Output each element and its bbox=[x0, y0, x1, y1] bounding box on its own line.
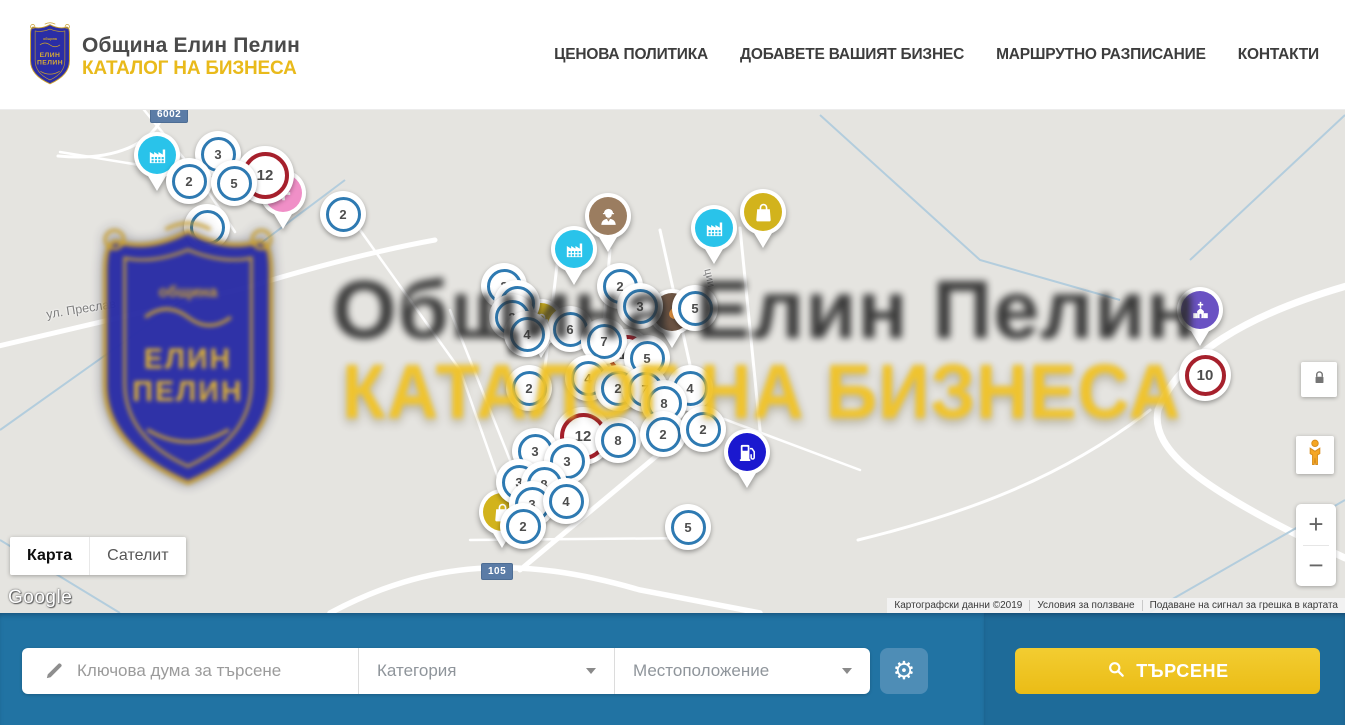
map-type-map-button[interactable]: Карта bbox=[10, 537, 89, 575]
map-data-notice: Картографски данни ©2019 bbox=[887, 600, 1029, 611]
pencil-icon bbox=[43, 660, 65, 682]
gear-icon: ⚙ bbox=[893, 659, 915, 684]
nav-item-contacts[interactable]: КОНТАКТИ bbox=[1238, 46, 1319, 64]
keyword-field bbox=[22, 648, 358, 694]
cluster-marker[interactable]: 4 bbox=[543, 478, 589, 524]
keyword-search-input[interactable] bbox=[75, 660, 358, 682]
site-subtitle: КАТАЛОГ НА БИЗНЕСА bbox=[82, 58, 297, 80]
pin-marker-bag[interactable] bbox=[740, 189, 786, 235]
search-icon bbox=[1106, 659, 1126, 684]
chevron-down-icon bbox=[586, 668, 596, 674]
cluster-marker[interactable]: 2 bbox=[640, 411, 686, 457]
lock-icon bbox=[1310, 368, 1329, 392]
chevron-down-icon bbox=[842, 668, 852, 674]
svg-text:ПЕЛИН: ПЕЛИН bbox=[37, 60, 63, 67]
map-marker-layer: 321252223235641375422748128223338342510 bbox=[0, 110, 1345, 613]
pegman-icon bbox=[1302, 438, 1328, 473]
cluster-marker[interactable]: 4 bbox=[504, 311, 550, 357]
terms-of-use-link[interactable]: Условия за ползване bbox=[1029, 600, 1141, 611]
page: 321252223235641375422748128223338342510 … bbox=[0, 0, 1345, 725]
search-bar: Категория Местоположение ⚙ ТЪРСЕНЕ bbox=[0, 613, 1345, 725]
cluster-marker[interactable]: 2 bbox=[166, 158, 212, 204]
cluster-marker[interactable]: 2 bbox=[506, 365, 552, 411]
cluster-marker[interactable]: 3 bbox=[617, 283, 663, 329]
search-button-label: ТЪРСЕНЕ bbox=[1136, 661, 1228, 682]
main-nav: ЦЕНОВА ПОЛИТИКА ДОБАВЕТЕ ВАШИЯТ БИЗНЕС М… bbox=[554, 0, 1319, 109]
search-fields-group: Категория Местоположение bbox=[22, 648, 870, 694]
map-type-satellite-button[interactable]: Сателит bbox=[89, 537, 185, 575]
pin-marker-factory[interactable] bbox=[551, 226, 597, 272]
google-logo[interactable]: Google bbox=[8, 587, 72, 609]
nav-item-add-business[interactable]: ДОБАВЕТЕ ВАШИЯТ БИЗНЕС bbox=[740, 46, 964, 64]
pin-marker-factory[interactable] bbox=[691, 205, 737, 251]
street-view-pegman-button[interactable] bbox=[1296, 436, 1334, 474]
cluster-marker[interactable]: 2 bbox=[680, 406, 726, 452]
pin-marker-fuel[interactable] bbox=[724, 429, 770, 475]
google-map[interactable]: 321252223235641375422748128223338342510 … bbox=[0, 110, 1345, 613]
nav-item-route-schedule[interactable]: МАРШРУТНО РАЗПИСАНИЕ bbox=[996, 46, 1206, 64]
cluster-marker[interactable]: 5 bbox=[672, 285, 718, 331]
cluster-marker[interactable]: 5 bbox=[211, 160, 257, 206]
report-map-error-link[interactable]: Подаване на сигнал за грешка в картата bbox=[1142, 600, 1345, 611]
site-title: Община Елин Пелин bbox=[82, 34, 300, 58]
zoom-in-button[interactable]: + bbox=[1296, 504, 1336, 545]
cluster-marker[interactable]: 10 bbox=[1179, 349, 1231, 401]
zoom-out-button[interactable]: − bbox=[1296, 546, 1336, 587]
cluster-marker[interactable] bbox=[184, 204, 230, 250]
map-attribution: Картографски данни ©2019 Условия за полз… bbox=[887, 598, 1345, 613]
nav-item-pricing[interactable]: ЦЕНОВА ПОЛИТИКА bbox=[554, 46, 708, 64]
fullscreen-lock-button[interactable] bbox=[1301, 362, 1337, 397]
cluster-marker[interactable]: 2 bbox=[320, 191, 366, 237]
cluster-marker[interactable]: 8 bbox=[595, 417, 641, 463]
site-logo[interactable]: община ЕЛИНПЕЛИН bbox=[26, 16, 74, 92]
pin-marker-church[interactable] bbox=[1177, 287, 1223, 333]
advanced-settings-button[interactable]: ⚙ bbox=[880, 648, 928, 694]
map-type-control: Карта Сателит bbox=[10, 537, 186, 575]
pin-marker-worker[interactable] bbox=[585, 193, 631, 239]
category-dropdown-label: Категория bbox=[377, 661, 456, 681]
cluster-marker[interactable]: 5 bbox=[665, 504, 711, 550]
location-dropdown-label: Местоположение bbox=[633, 661, 769, 681]
cluster-marker[interactable]: 2 bbox=[500, 503, 546, 549]
zoom-control: + − bbox=[1296, 504, 1336, 586]
svg-text:община: община bbox=[43, 37, 58, 41]
svg-text:ЕЛИН: ЕЛИН bbox=[40, 52, 61, 59]
category-dropdown[interactable]: Категория bbox=[358, 648, 614, 694]
search-button[interactable]: ТЪРСЕНЕ bbox=[1015, 648, 1320, 694]
location-dropdown[interactable]: Местоположение bbox=[614, 648, 870, 694]
site-header: община ЕЛИНПЕЛИН Община Елин Пелин КАТАЛО… bbox=[0, 0, 1345, 110]
